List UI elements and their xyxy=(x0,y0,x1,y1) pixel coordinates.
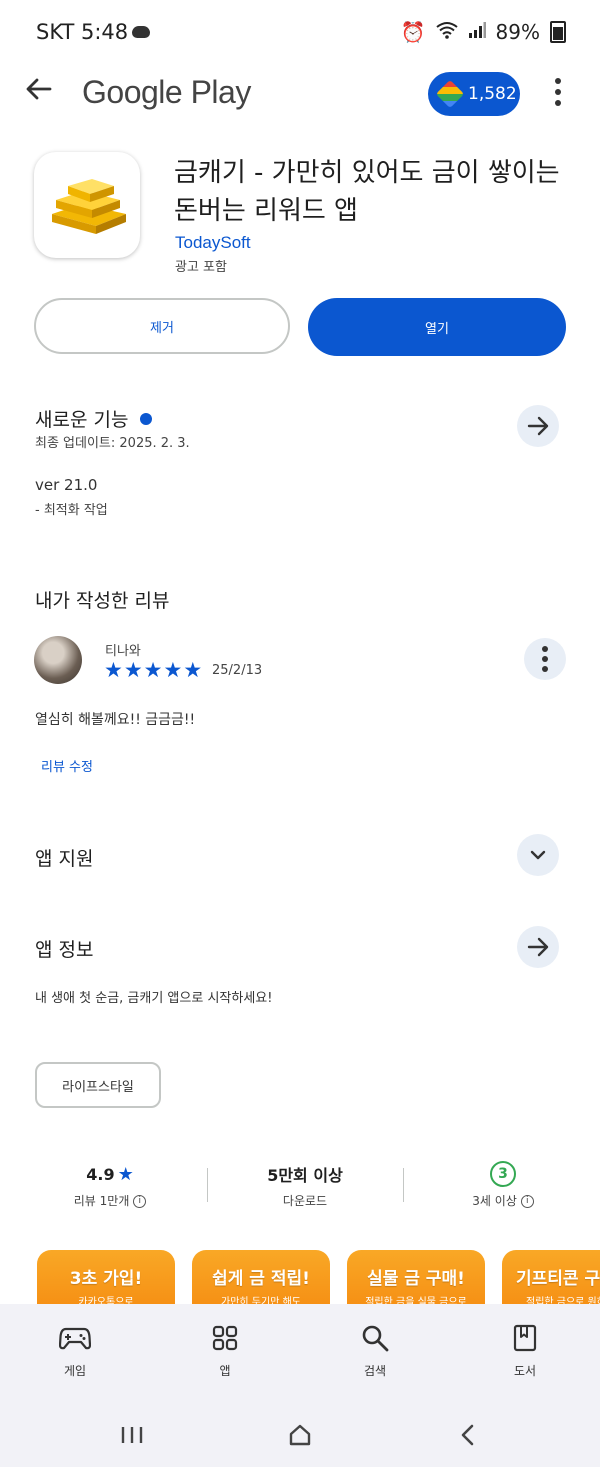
whats-new-header[interactable]: 새로운 기능 xyxy=(35,405,153,432)
more-options-icon[interactable] xyxy=(548,72,568,112)
info-icon: i xyxy=(520,1195,534,1208)
downloads-value: 5만회 이상 xyxy=(267,1166,343,1185)
battery-icon xyxy=(550,21,566,43)
status-icons: ⏰ 89% xyxy=(401,20,566,44)
info-icon: i xyxy=(133,1195,147,1208)
review-date: 25/2/13 xyxy=(212,663,263,678)
home-icon[interactable] xyxy=(280,1420,320,1450)
app-support-expand-button[interactable] xyxy=(517,834,559,876)
star-icon: ★ xyxy=(183,658,203,682)
apps-grid-icon xyxy=(180,1318,270,1358)
nav-games[interactable]: 게임 xyxy=(30,1318,120,1379)
nav-books[interactable]: 도서 xyxy=(480,1318,570,1379)
nav-search[interactable]: 검색 xyxy=(330,1318,420,1379)
gamepad-icon xyxy=(30,1318,120,1358)
recent-apps-icon[interactable] xyxy=(112,1420,152,1450)
star-icon: ★ xyxy=(117,1163,134,1185)
ads-note: 광고 포함 xyxy=(175,260,227,275)
new-indicator-dot xyxy=(140,412,153,425)
arrow-right-icon xyxy=(527,937,549,957)
app-description: 내 생애 첫 순금, 금캐기 앱으로 시작하세요! xyxy=(35,991,273,1006)
app-icon xyxy=(34,152,140,258)
reviewer-name: 티나와 xyxy=(105,644,141,659)
whats-new-arrow-button[interactable] xyxy=(517,405,559,447)
rating-stat[interactable]: 4.9 ★ 리뷰 1만개 i xyxy=(15,1160,205,1209)
play-points-button[interactable]: 1,582 xyxy=(428,72,520,116)
downloads-label: 다운로드 xyxy=(282,1194,328,1208)
nav-search-label: 검색 xyxy=(363,1364,387,1378)
age-rating-stat[interactable]: 3 3세 이상 i xyxy=(408,1160,598,1209)
alarm-icon: ⏰ xyxy=(400,20,426,44)
divider xyxy=(403,1168,404,1202)
system-back-icon[interactable] xyxy=(448,1420,488,1450)
wifi-icon xyxy=(435,20,458,44)
open-button[interactable]: 열기 xyxy=(308,298,566,356)
uninstall-button[interactable]: 제거 xyxy=(34,298,290,354)
age-rating-badge: 3 xyxy=(490,1161,516,1187)
star-icon: ★ xyxy=(163,658,183,682)
points-count: 1,582 xyxy=(468,84,517,104)
review-more-button[interactable] xyxy=(524,638,566,680)
rating-stars: ★ ★ ★ ★ ★ xyxy=(104,659,202,681)
book-icon xyxy=(480,1318,570,1358)
edit-review-link[interactable]: 리뷰 수정 xyxy=(41,756,93,775)
rating-label: 리뷰 1만개 xyxy=(73,1194,130,1208)
nav-games-label: 게임 xyxy=(63,1364,87,1378)
app-support-title[interactable]: 앱 지원 xyxy=(35,844,93,871)
play-points-icon xyxy=(435,79,465,109)
store-title: Google Play xyxy=(82,74,251,110)
back-arrow-icon[interactable] xyxy=(24,74,60,110)
update-note: - 최적화 작업 xyxy=(35,503,108,518)
card-title: 실물 금 구매! xyxy=(367,1269,465,1289)
carrier-time: SKT 5:48 xyxy=(36,20,129,44)
downloads-stat: 5만회 이상 다운로드 xyxy=(210,1160,400,1209)
top-bar: Google Play 1,582 xyxy=(0,64,600,124)
chevron-down-icon xyxy=(530,850,546,860)
star-icon: ★ xyxy=(104,658,123,682)
nav-apps[interactable]: 앱 xyxy=(180,1318,270,1379)
status-bar: SKT 5:48 ⏰ 89% xyxy=(0,0,600,64)
category-chip[interactable]: 라이프스타일 xyxy=(35,1062,161,1108)
card-title: 3초 가입! xyxy=(69,1269,143,1289)
arrow-right-icon xyxy=(527,416,549,436)
divider xyxy=(207,1168,208,1202)
star-icon: ★ xyxy=(143,658,163,682)
developer-link[interactable]: TodaySoft xyxy=(175,233,251,253)
cloud-icon xyxy=(132,26,150,38)
my-review-title: 내가 작성한 리뷰 xyxy=(35,590,170,612)
whats-new-title: 새로운 기능 xyxy=(35,409,129,431)
star-icon: ★ xyxy=(123,658,143,682)
card-title: 쉽게 금 적립! xyxy=(212,1269,310,1289)
age-rating-label: 3세 이상 xyxy=(472,1194,517,1208)
app-info-arrow-button[interactable] xyxy=(517,926,559,968)
card-title: 기프티콘 구 xyxy=(516,1269,600,1289)
last-updated: 최종 업데이트: 2025. 2. 3. xyxy=(35,436,190,451)
search-icon xyxy=(330,1318,420,1358)
gold-bars-icon xyxy=(52,179,126,234)
signal-icon xyxy=(468,20,486,44)
more-vert-icon xyxy=(542,646,548,672)
battery-percent: 89% xyxy=(495,20,540,44)
review-text: 열심히 해볼께요!! 금금금!! xyxy=(35,712,196,728)
nav-apps-label: 앱 xyxy=(219,1364,231,1378)
app-info-title[interactable]: 앱 정보 xyxy=(35,935,93,962)
nav-books-label: 도서 xyxy=(513,1364,537,1378)
avatar xyxy=(34,636,82,684)
version-text: ver 21.0 xyxy=(35,476,98,494)
rating-value: 4.9 xyxy=(86,1164,115,1184)
app-title: 금캐기 - 가만히 있어도 금이 쌓이는 돈버는 리워드 앱 xyxy=(174,158,560,226)
